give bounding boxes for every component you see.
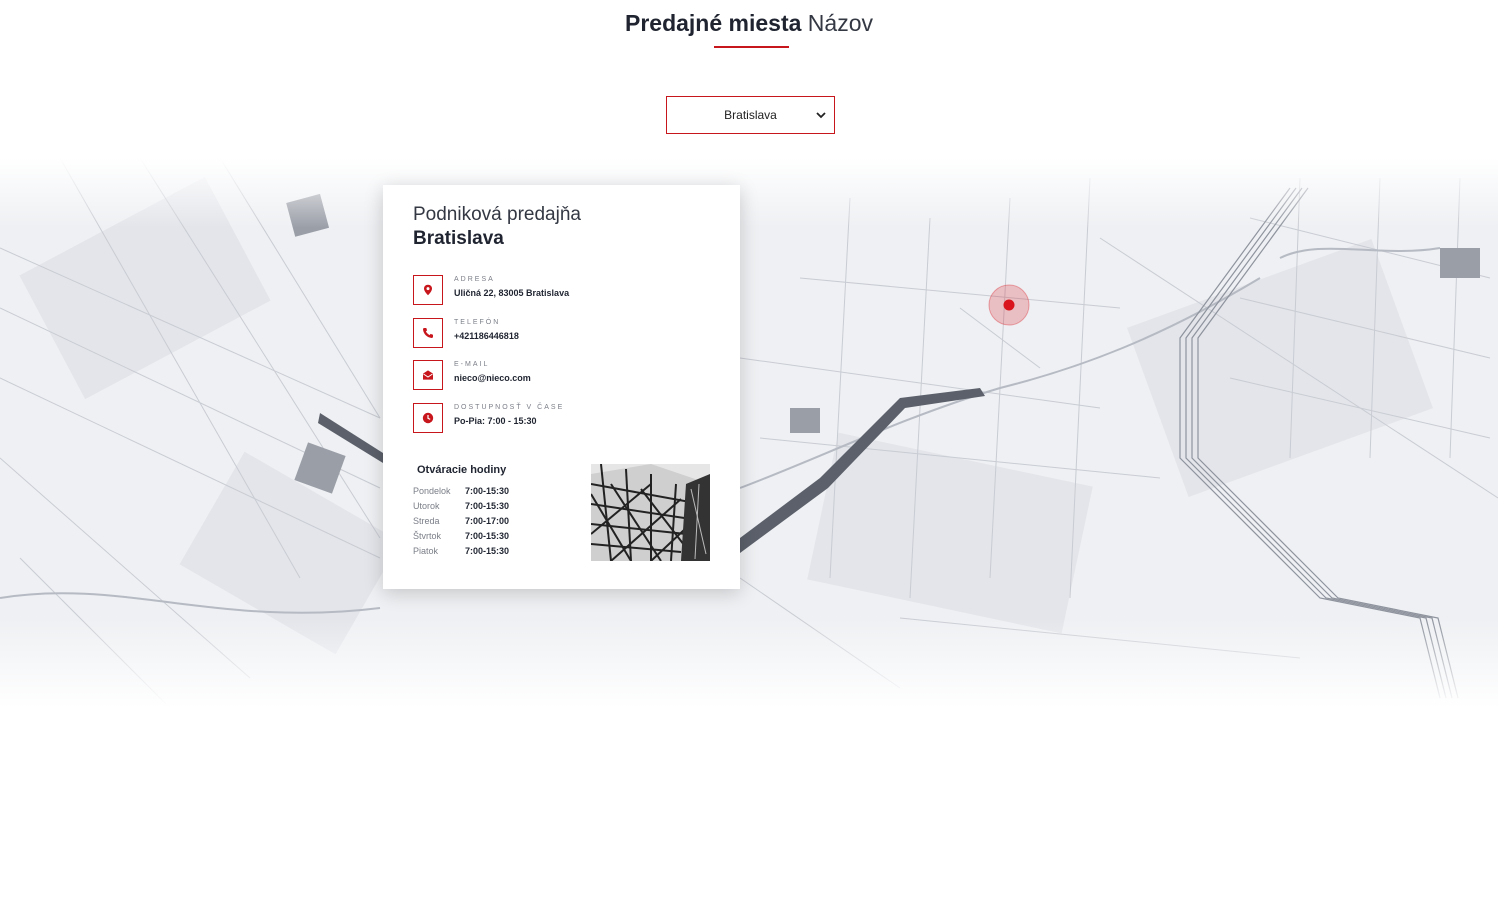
page: Predajné miesta Názov Bratislava Podniko… (0, 0, 1498, 924)
hours-day: Štvrtok (413, 531, 442, 541)
store-title-city: Bratislava (413, 228, 504, 249)
store-title-line1: Podniková predajňa (413, 204, 581, 225)
location-select-value: Bratislava (724, 108, 777, 122)
page-title-strong: Predajné miesta (624, 10, 802, 36)
info-row-email: E-MAIL nieco@nieco.com (413, 360, 713, 390)
hours-time: 7:00-15:30 (465, 501, 510, 511)
phone-value[interactable]: +421186446818 (454, 331, 519, 341)
info-row-phone: TELEFÓN +421186446818 (413, 318, 713, 348)
hours-time: 7:00-15:30 (465, 486, 510, 496)
page-title-light: Názov (807, 10, 873, 36)
map-pin-icon (413, 275, 443, 305)
hours-day: Utorok (413, 501, 440, 511)
map-fade-bottom (0, 618, 1498, 708)
clock-icon (413, 403, 443, 433)
phone-icon[interactable] (413, 318, 443, 348)
envelope-icon[interactable] (413, 360, 443, 390)
info-row-address: ADRESA Uličná 22, 83005 Bratislava (413, 275, 713, 305)
map[interactable] (0, 158, 1498, 708)
hours-time: 7:00-17:00 (465, 516, 510, 526)
steel-structure-image (591, 464, 710, 561)
opening-hours-table: Pondelok 7:00-15:30 Utorok 7:00-15:30 St… (413, 484, 509, 559)
map-marker[interactable] (1003, 299, 1015, 311)
title-underline (714, 46, 789, 48)
availability-label: DOSTUPNOSŤ V ČASE (454, 404, 565, 411)
page-title: Predajné miesta Názov (0, 8, 1498, 38)
opening-hours-title: Otváracie hodiny (417, 464, 507, 476)
map-fade-top (0, 158, 1498, 228)
hours-day: Piatok (413, 546, 439, 556)
email-value[interactable]: nieco@nieco.com (454, 373, 531, 383)
hours-row: Pondelok 7:00-15:30 (413, 484, 509, 499)
hours-row: Utorok 7:00-15:30 (413, 499, 509, 514)
hours-time: 7:00-15:30 (465, 531, 510, 541)
hours-row: Streda 7:00-17:00 (413, 514, 509, 529)
location-select[interactable]: Bratislava (666, 96, 835, 134)
info-row-availability: DOSTUPNOSŤ V ČASE Po-Pia: 7:00 - 15:30 (413, 403, 713, 433)
store-photo (591, 464, 710, 561)
store-title: Podniková predajňa Bratislava (413, 203, 581, 251)
store-card: Podniková predajňa Bratislava ADRESA Uli… (383, 185, 740, 589)
email-label: E-MAIL (454, 361, 490, 368)
phone-label: TELEFÓN (454, 319, 501, 326)
availability-value: Po-Pia: 7:00 - 15:30 (454, 416, 537, 426)
hours-time: 7:00-15:30 (465, 546, 510, 556)
hours-day: Streda (413, 516, 440, 526)
hours-row: Štvrtok 7:00-15:30 (413, 529, 509, 544)
chevron-down-icon (816, 112, 826, 119)
address-label: ADRESA (454, 276, 495, 283)
hours-row: Piatok 7:00-15:30 (413, 544, 509, 559)
hours-day: Pondelok (413, 486, 451, 496)
address-value: Uličná 22, 83005 Bratislava (454, 288, 570, 298)
